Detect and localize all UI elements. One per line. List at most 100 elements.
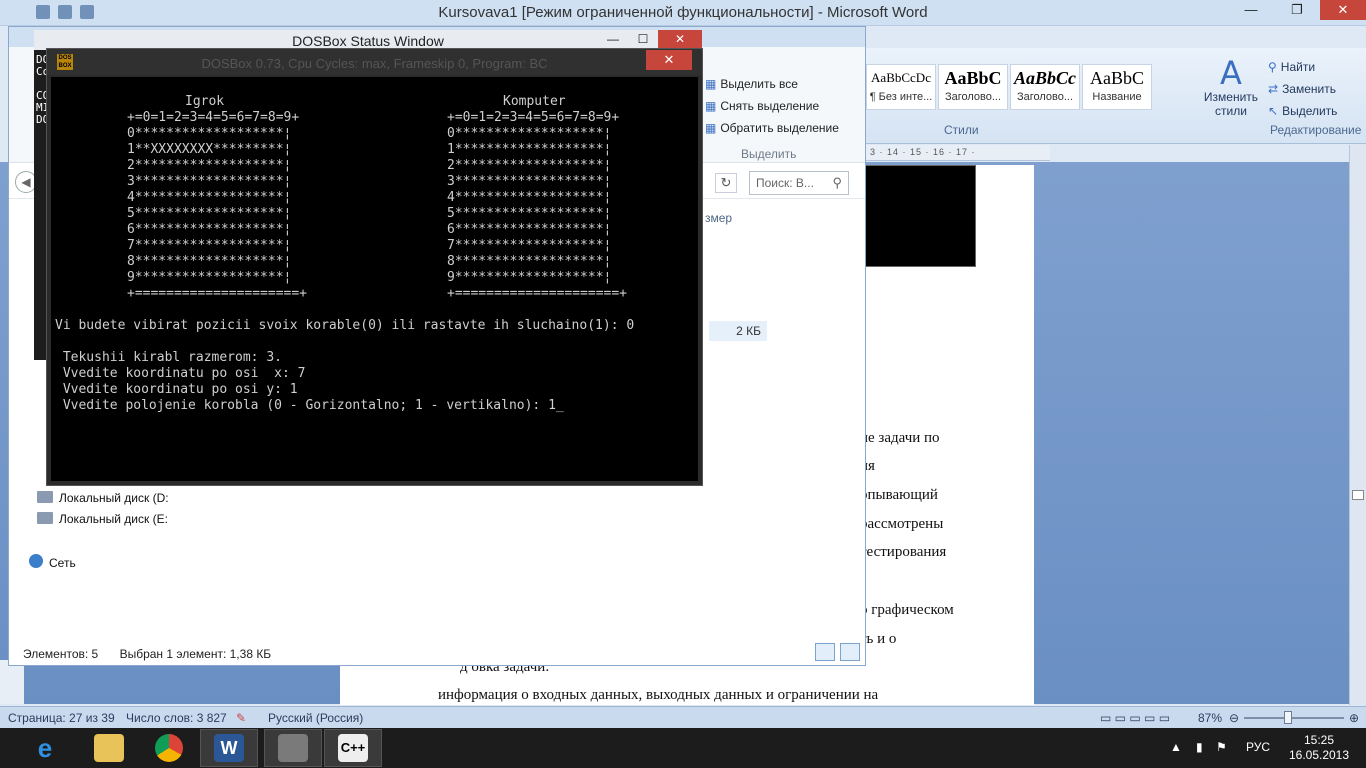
styles-icon: A xyxy=(1220,54,1242,92)
search-input[interactable]: Поиск: В... ⚲ xyxy=(749,171,849,195)
player-board-row: 2*******************¦ xyxy=(127,158,292,173)
style-title[interactable]: AaBbC Название xyxy=(1082,64,1152,110)
doc-line: рассмотрены xyxy=(860,516,944,532)
style-heading1[interactable]: AaBbC Заголово... xyxy=(938,64,1008,110)
flag-icon[interactable]: ⚑ xyxy=(1216,740,1227,754)
selection-info: Выбран 1 элемент: 1,38 КБ xyxy=(119,647,272,661)
ship-size-line: Tekushii kirabl razmerom: 3. xyxy=(55,350,282,365)
network-icon[interactable]: ▮ xyxy=(1196,740,1203,754)
view-mode-buttons xyxy=(813,643,861,664)
deselect-button[interactable]: ▦ Снять выделение xyxy=(705,95,839,117)
taskbar-explorer[interactable] xyxy=(80,729,138,767)
network-icon xyxy=(29,554,43,568)
taskbar-ie[interactable]: e xyxy=(16,729,74,767)
player-board-row: 5*******************¦ xyxy=(127,206,292,221)
maximize-button[interactable]: ☐ xyxy=(628,30,658,48)
doc-line: ие задачи по xyxy=(860,430,940,446)
taskbar-word[interactable]: W xyxy=(200,729,258,767)
find-button[interactable]: ⚲ Найти xyxy=(1268,56,1366,78)
styles-group-label: Стили xyxy=(944,123,979,137)
replace-button[interactable]: ⇄ Заменить xyxy=(1268,78,1366,100)
show-hidden-icons[interactable]: ▲ xyxy=(1170,740,1182,754)
nav-item-network[interactable]: Сеть xyxy=(29,554,76,570)
player-board-row: 9*******************¦ xyxy=(127,270,292,285)
zoom-slider-knob[interactable] xyxy=(1284,711,1292,724)
word-count[interactable]: Число слов: 3 827 xyxy=(126,711,227,725)
nav-item-disk-d[interactable]: Локальный диск (D: xyxy=(37,491,169,505)
editing-group-label: Редактирование xyxy=(1270,123,1362,137)
style-no-spacing[interactable]: AaBbCcDc ¶ Без инте... xyxy=(866,64,936,110)
player-board-row: 4*******************¦ xyxy=(127,190,292,205)
file-size-cell[interactable]: 2 КБ xyxy=(709,321,767,341)
clock-date: 16.05.2013 xyxy=(1288,748,1350,762)
doc-line: информация о входных данных, выходных да… xyxy=(438,687,879,703)
tiles-view-button[interactable] xyxy=(840,643,861,661)
computer-board-row: 8*******************¦ xyxy=(447,254,612,269)
clock[interactable]: 15:25 16.05.2013 xyxy=(1276,733,1362,763)
cursor-icon: ↖ xyxy=(1268,104,1279,118)
invert-icon: ▦ xyxy=(705,121,717,135)
zoom-out-icon[interactable]: ⊖ xyxy=(1229,711,1239,725)
dosbox-window: DOS BOX DOSBox 0.73, Cpu Cycles: max, Fr… xyxy=(46,48,703,486)
page-indicator[interactable]: Страница: 27 из 39 xyxy=(8,711,115,725)
column-header-size[interactable]: змер xyxy=(705,211,732,225)
word-window-controls: — ❐ ✕ xyxy=(1228,0,1366,20)
taskbar-dosbox[interactable] xyxy=(264,729,322,767)
select-button[interactable]: ↖ Выделить xyxy=(1268,100,1366,122)
deselect-icon: ▦ xyxy=(705,99,717,113)
player-board-axis: +=0=1=2=3=4=5=6=7=8=9+ xyxy=(127,110,300,125)
zoom-in-icon[interactable]: ⊕ xyxy=(1349,711,1359,725)
style-heading2[interactable]: AaBbCc Заголово... xyxy=(1010,64,1080,110)
zoom-slider[interactable] xyxy=(1244,717,1344,719)
close-button[interactable]: ✕ xyxy=(658,30,702,48)
dosbox-title-bar: DOS BOX DOSBox 0.73, Cpu Cycles: max, Fr… xyxy=(47,49,702,75)
select-all-button[interactable]: ▦ Выделить все xyxy=(705,73,839,95)
vertical-scrollbar[interactable] xyxy=(1349,145,1366,705)
scrollbar-thumb[interactable] xyxy=(1352,490,1364,500)
view-buttons[interactable]: ▭ ▭ ▭ ▭ ▭ xyxy=(1100,711,1170,725)
clock-time: 15:25 xyxy=(1303,733,1335,747)
language-indicator[interactable]: Русский (Россия) xyxy=(268,711,363,725)
input-language[interactable]: РУС xyxy=(1246,740,1270,754)
select-all-icon: ▦ xyxy=(705,77,717,91)
taskbar-borland[interactable]: C++ xyxy=(324,729,382,767)
details-view-button[interactable] xyxy=(815,643,835,661)
orientation-prompt[interactable]: Vvedite polojenie korobla (0 - Gorizonta… xyxy=(55,398,564,414)
internet-explorer-icon: e xyxy=(37,733,53,763)
refresh-button[interactable]: ↻ xyxy=(715,173,737,193)
items-count: Элементов: 5 xyxy=(23,647,99,661)
computer-board-row: 5*******************¦ xyxy=(447,206,612,221)
player-board-row: 7*******************¦ xyxy=(127,238,292,253)
search-icon: ⚲ xyxy=(832,175,842,190)
binoculars-icon: ⚲ xyxy=(1268,60,1277,74)
doc-line: тестирования xyxy=(860,544,947,560)
select-group-label: Выделить xyxy=(741,147,797,161)
word-icon: W xyxy=(214,734,244,762)
drive-icon xyxy=(37,491,53,503)
placement-mode-prompt: Vi budete vibirat pozicii svoix korable(… xyxy=(55,318,635,333)
zoom-level[interactable]: 87% xyxy=(1198,711,1222,725)
computer-board-row: 4*******************¦ xyxy=(447,190,612,205)
computer-board-row: 0*******************¦ xyxy=(447,126,612,141)
invert-selection-button[interactable]: ▦ Обратить выделение xyxy=(705,117,839,139)
vertical-ruler xyxy=(0,660,24,704)
status-window-title-bar: DOSBox Status Window — ☐ ✕ xyxy=(34,30,702,50)
computer-board-row: 3*******************¦ xyxy=(447,174,612,189)
drive-icon xyxy=(37,512,53,524)
minimize-button[interactable]: — xyxy=(1228,0,1274,20)
replace-icon: ⇄ xyxy=(1268,82,1279,96)
chrome-icon xyxy=(155,734,183,762)
close-button[interactable]: ✕ xyxy=(1320,0,1366,20)
restore-button[interactable]: ❐ xyxy=(1274,0,1320,20)
taskbar-chrome[interactable] xyxy=(140,729,198,767)
dos-screen[interactable]: Igrok Komputer +=0=1=2=3=4=5=6=7=8=9+ +=… xyxy=(51,77,698,481)
computer-board-row: 1*******************¦ xyxy=(447,142,612,157)
minimize-button[interactable]: — xyxy=(598,30,628,48)
close-button[interactable]: ✕ xyxy=(646,50,692,70)
x-coordinate-prompt: Vvedite koordinatu po osi x: 7 xyxy=(55,366,306,381)
nav-item-disk-e[interactable]: Локальный диск (E: xyxy=(37,512,168,526)
change-styles-button[interactable]: A Изменить стили xyxy=(1200,56,1262,118)
player-board-row: 3*******************¦ xyxy=(127,174,292,189)
word-title-bar: Kursovava1 [Режим ограниченной функциона… xyxy=(0,0,1366,26)
spellcheck-icon[interactable]: ✎ xyxy=(236,711,246,725)
